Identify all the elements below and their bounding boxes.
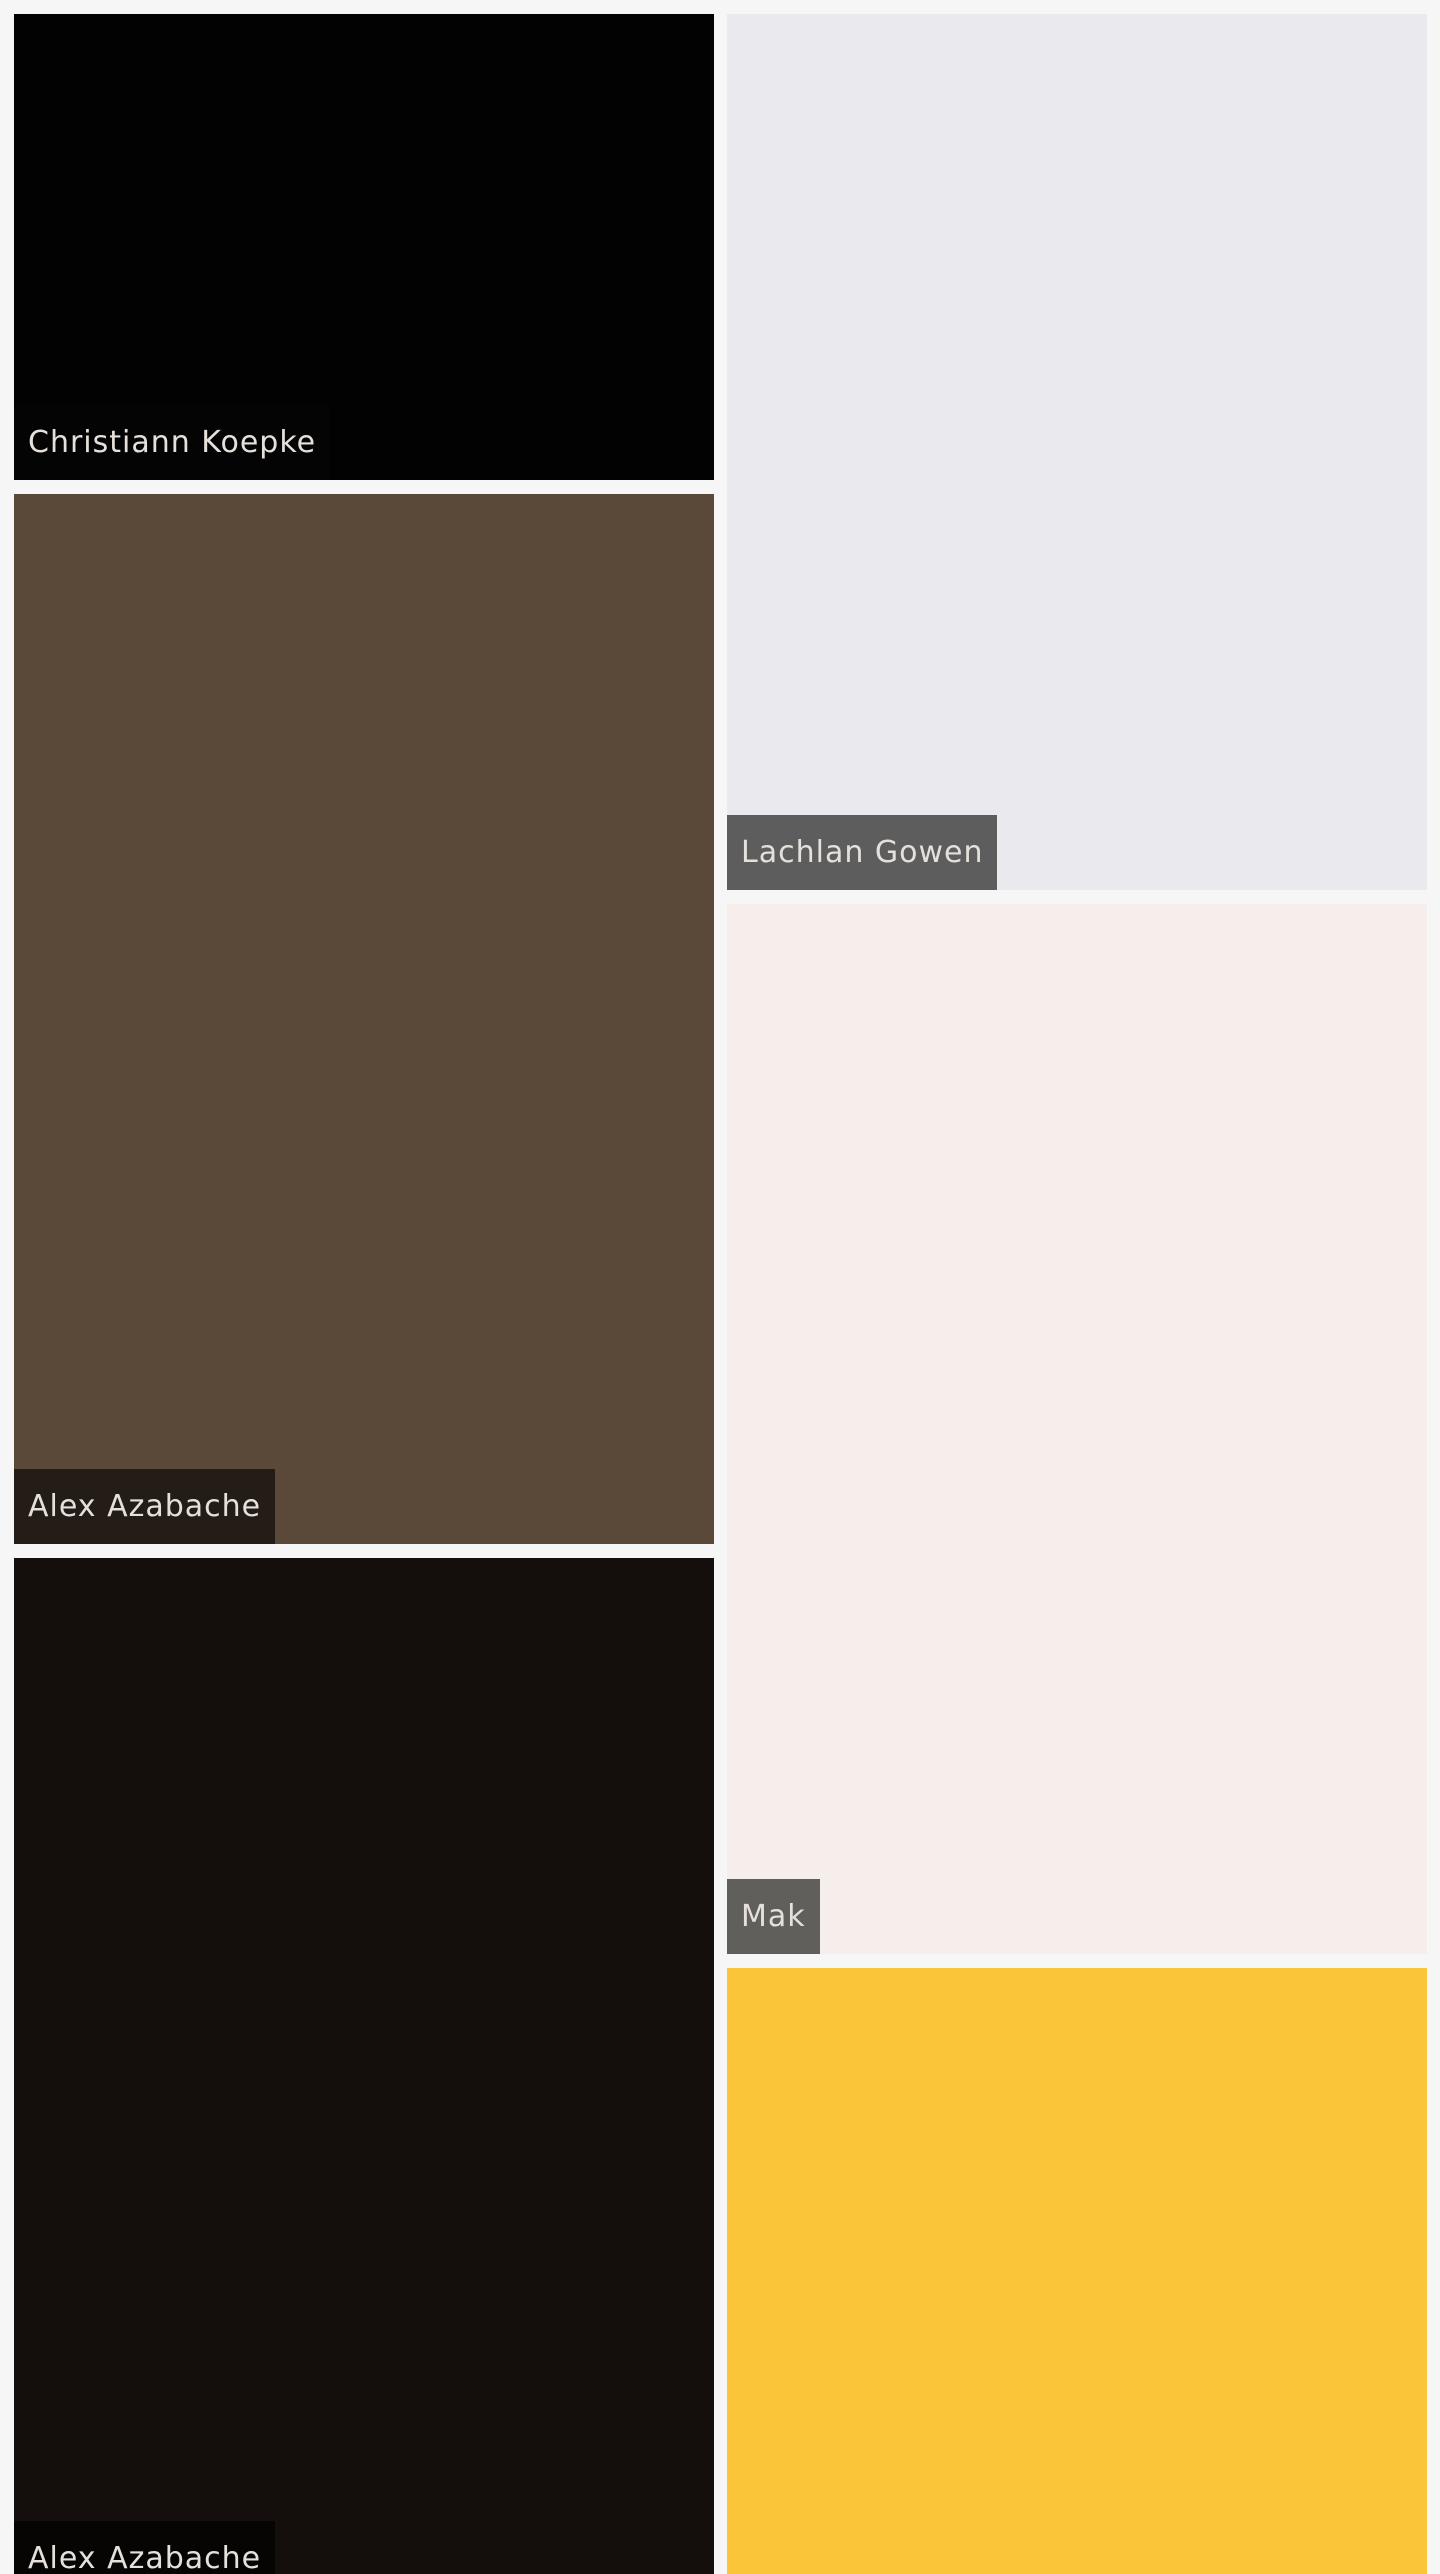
photo-tile[interactable]: Christiann Koepke — [14, 14, 714, 480]
photographer-caption: Lachlan Gowen — [727, 815, 998, 890]
photo-tile[interactable]: Lachlan Gowen — [727, 14, 1427, 890]
photographer-caption: Alex Azabache — [14, 2521, 276, 2574]
photographer-caption: Mak — [727, 1879, 820, 1954]
photo-gallery: Christiann Koepke Alex Azabache Alex Aza… — [0, 0, 1440, 2574]
photographer-caption: Christiann Koepke — [14, 405, 331, 480]
photographer-caption: Alex Azabache — [14, 1469, 276, 1544]
photo-tile[interactable]: Alex Azabache — [14, 494, 714, 1544]
photo-tile[interactable]: Mak — [727, 904, 1427, 1954]
photo-tile[interactable] — [727, 1968, 1427, 2574]
photo-tile[interactable]: Alex Azabache — [14, 1558, 714, 2574]
